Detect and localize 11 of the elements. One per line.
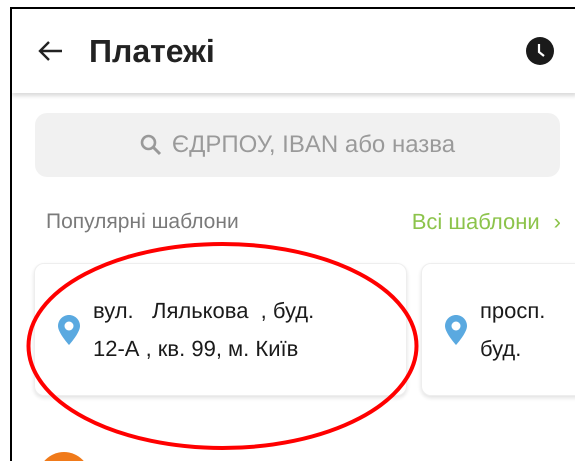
template-card[interactable]: вул. Лялькова , буд. 12-А , кв. 99, м. Київ <box>34 263 407 396</box>
search-icon <box>140 134 162 156</box>
section-title: Популярні шаблони <box>46 210 239 234</box>
template-card[interactable]: просп. буд. <box>421 263 575 396</box>
clock-icon[interactable] <box>525 36 555 66</box>
back-arrow-icon[interactable] <box>37 40 63 62</box>
location-pin-icon <box>444 314 468 346</box>
address-text: просп. буд. <box>480 296 546 363</box>
location-pin-icon <box>57 314 81 346</box>
page-title: Платежі <box>89 32 216 70</box>
address-text: вул. Лялькова , буд. 12-А , кв. 99, м. Київ <box>93 296 314 362</box>
